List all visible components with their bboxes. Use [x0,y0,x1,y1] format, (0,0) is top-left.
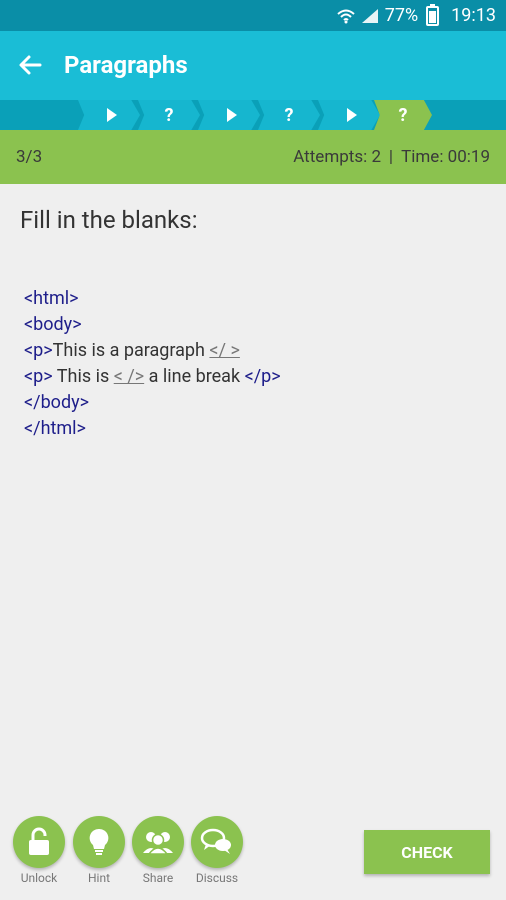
share-tool: Share [132,816,184,885]
code-line-2: <body> [24,312,281,338]
question-mark-icon: ? [164,104,174,126]
share-label: Share [142,871,174,885]
progress-step-1[interactable] [78,100,140,130]
line-text-2: a line break [144,366,245,387]
code-line-1: <html> [24,286,281,312]
discuss-label: Discuss [195,871,239,885]
code-line-3: <p>This is a paragraph </ > [24,338,281,364]
p-close-tag: </p> [244,366,281,387]
signal-icon [361,8,379,24]
info-divider: | [388,147,393,167]
body-open-tag: <body> [24,314,82,335]
timer: Time: 00:19 [401,147,490,167]
quiz-info-bar: 3/3 Attempts: 2 | Time: 00:19 [0,130,506,184]
p-open-tag: <p> [24,340,53,361]
chat-bubbles-icon [200,827,234,857]
discuss-tool: Discuss [191,816,243,885]
check-button[interactable]: CHECK [364,830,490,874]
lesson-progress: ? ? ? [0,100,506,130]
unlock-tool: Unlock [13,816,65,885]
question-mark-icon: ? [398,104,408,126]
progress-step-6-active[interactable]: ? [374,100,432,130]
play-icon [347,108,357,122]
html-close-tag: </html> [24,418,86,439]
play-icon [227,108,237,122]
play-icon [107,108,117,122]
body-close-tag: </body> [24,392,90,413]
unlock-button[interactable] [13,816,65,868]
paragraph-text: This is a paragraph [52,340,210,361]
page-title: Paragraphs [64,51,188,79]
attempts-counter: Attempts: 2 [293,147,381,167]
progress-step-2[interactable]: ? [138,100,200,130]
question-prompt: Fill in the blanks: [20,206,198,234]
blank-input-1[interactable]: </ > [209,340,239,361]
code-line-6: </html> [24,416,281,442]
hint-button[interactable] [73,816,125,868]
discuss-button[interactable] [191,816,243,868]
line-text-1: This is [52,366,114,387]
lightbulb-icon [88,827,110,857]
code-snippet: <html> <body> <p>This is a paragraph </ … [24,286,281,442]
share-button[interactable] [132,816,184,868]
unlock-label: Unlock [20,871,58,885]
blank-input-2[interactable]: < /> [114,366,144,387]
question-mark-icon: ? [284,104,294,126]
battery-icon [426,3,440,26]
progress-step-4[interactable]: ? [258,100,320,130]
status-icons: 77% 19:13 [337,0,496,31]
step-counter: 3/3 [16,147,43,167]
status-bar: 77% 19:13 [0,0,506,31]
back-arrow-icon[interactable] [16,51,44,79]
code-line-4: <p> This is < /> a line break </p> [24,364,281,390]
p-open-tag: <p> [24,366,53,387]
hint-tool: Hint [73,816,125,885]
code-line-5: </body> [24,390,281,416]
people-icon [141,829,175,855]
status-time: 19:13 [451,5,496,26]
lock-icon [26,827,52,857]
html-open-tag: <html> [24,288,79,309]
wifi-icon [337,8,355,24]
progress-step-3[interactable] [198,100,260,130]
hint-label: Hint [87,871,111,885]
progress-step-5[interactable] [318,100,380,130]
app-bar: Paragraphs [0,31,506,100]
battery-percent: 77% [384,5,419,26]
